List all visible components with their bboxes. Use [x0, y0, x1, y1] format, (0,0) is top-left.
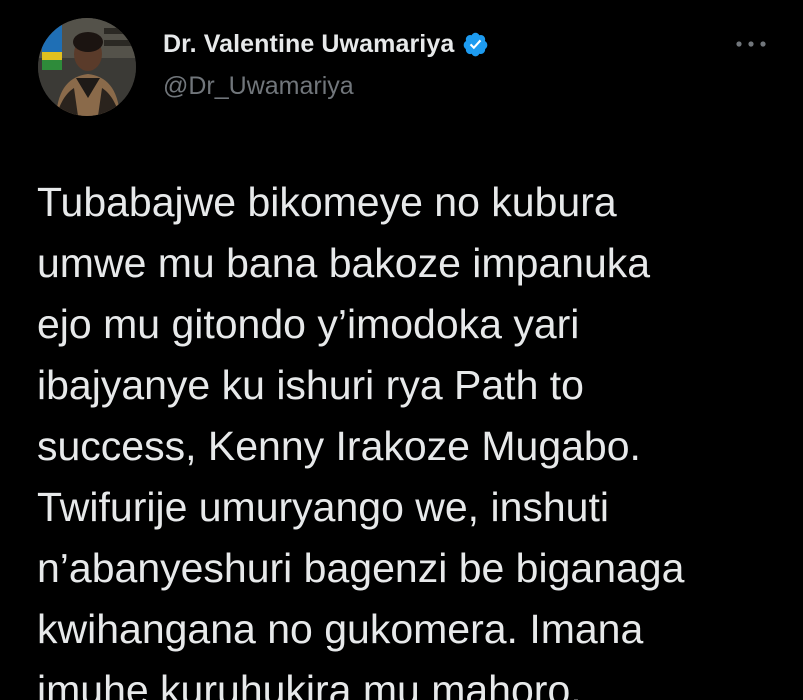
tweet-text-line: n’abanyeshuri bagenzi be biganaga: [37, 545, 685, 591]
author-name-row[interactable]: Dr. Valentine Uwamariya: [163, 30, 489, 59]
more-options-icon[interactable]: [731, 34, 771, 54]
tweet-text-line: imuhe kuruhukira mu mahoro.: [37, 667, 582, 700]
tweet-text-line: ejo mu gitondo y’imodoka yari: [37, 301, 580, 347]
author-display-name[interactable]: Dr. Valentine Uwamariya: [163, 30, 454, 59]
tweet-text-line: umwe mu bana bakoze impanuka: [37, 240, 651, 286]
tweet-text-line: kwihangana no gukomera. Imana: [37, 606, 644, 652]
tweet-text-line: Tubabajwe bikomeye no kubura: [37, 179, 617, 225]
tweet-text-line: ibajyanye ku ishuri rya Path to: [37, 362, 584, 408]
author-handle[interactable]: @Dr_Uwamariya: [163, 72, 354, 101]
tweet-text-line: success, Kenny Irakoze Mugabo.: [37, 423, 641, 469]
verified-badge-icon: [462, 31, 489, 58]
tweet-text: Tubabajwe bikomeye no kubura umwe mu ban…: [37, 172, 777, 700]
tweet-text-line: Twifurije umuryango we, inshuti: [37, 484, 609, 530]
tweet-card: Dr. Valentine Uwamariya @Dr_Uwamariya Tu…: [0, 0, 803, 700]
avatar-photo: [38, 18, 136, 116]
avatar[interactable]: [38, 18, 136, 116]
